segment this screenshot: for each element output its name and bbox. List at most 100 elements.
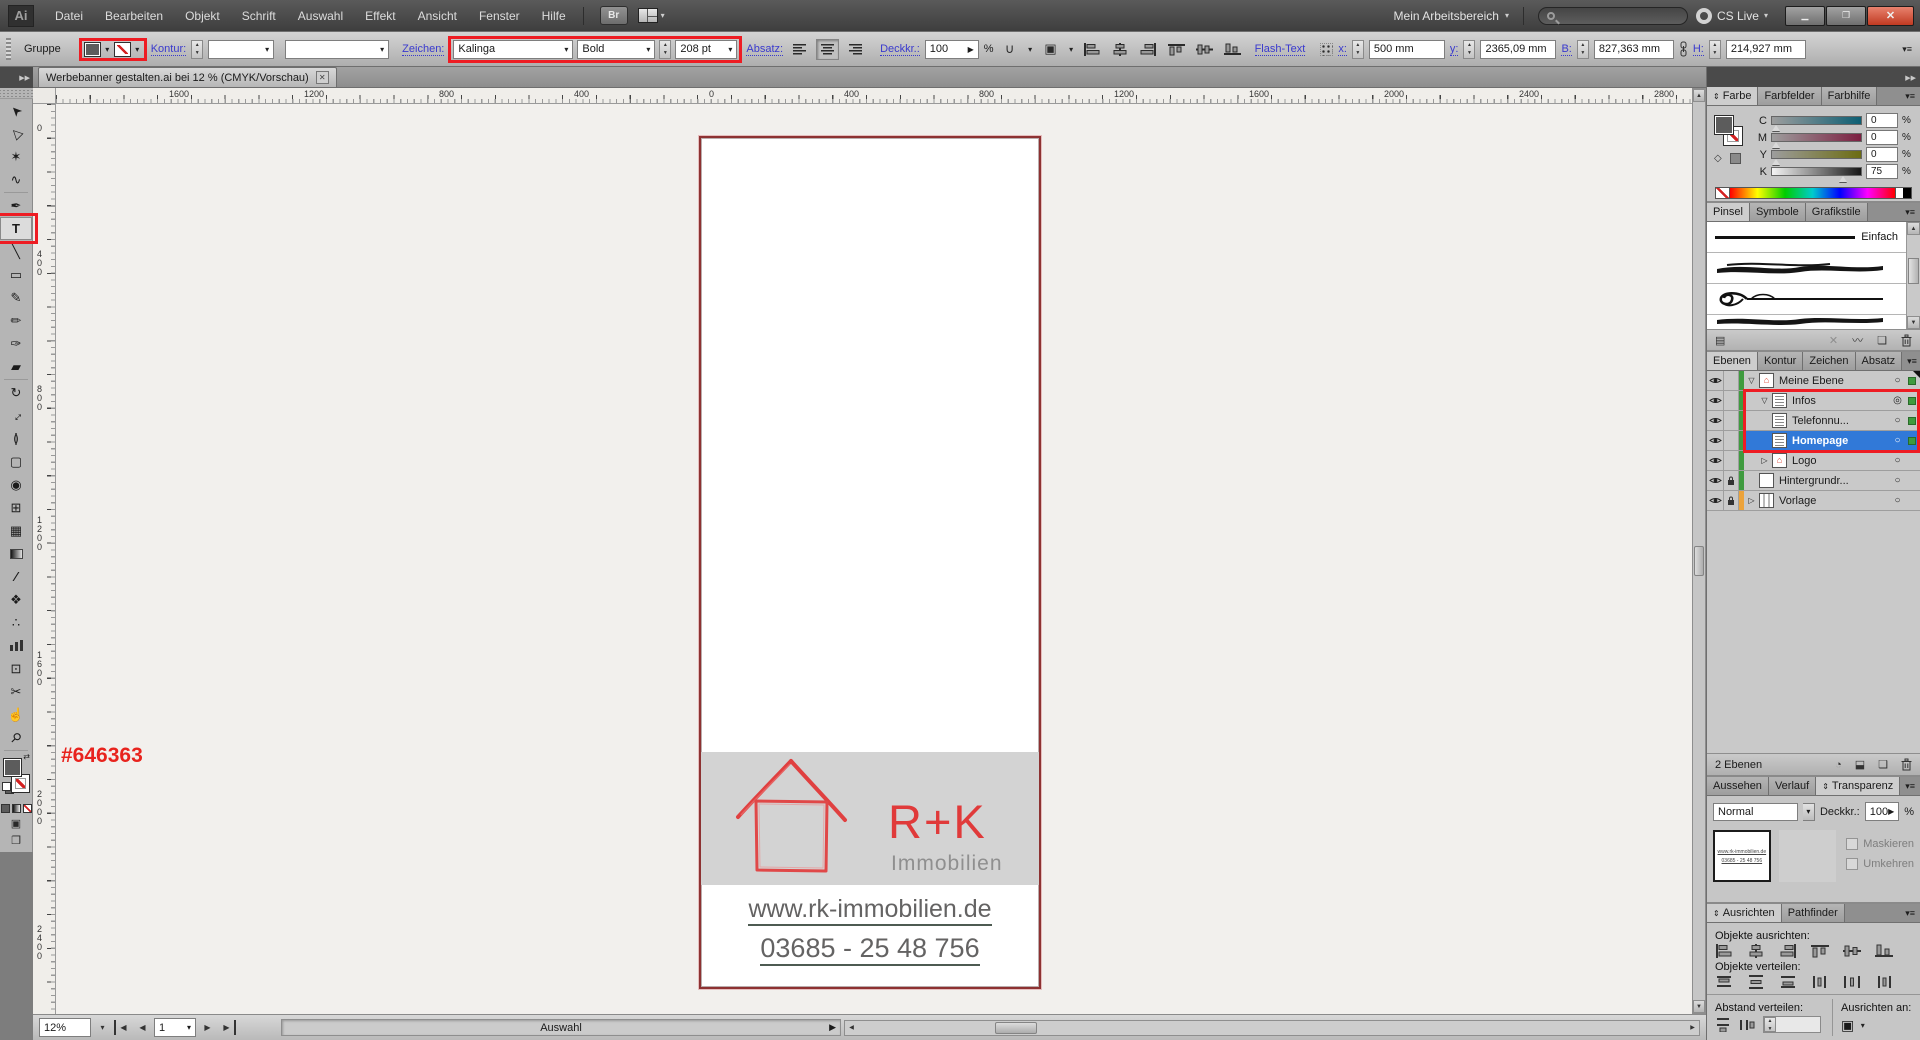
- panel-menu-icon[interactable]: ▾≡: [1900, 904, 1920, 922]
- spacing-stepper[interactable]: ▲▼: [1764, 1017, 1776, 1032]
- brush-item-basic[interactable]: Einfach: [1707, 222, 1906, 253]
- tab-grafikstile[interactable]: Grafikstile: [1806, 203, 1868, 221]
- tab-verlauf[interactable]: Verlauf: [1769, 777, 1816, 795]
- align-right-button[interactable]: [1779, 944, 1797, 958]
- status-menu-icon[interactable]: ▶: [829, 1022, 836, 1033]
- brush-options-icon[interactable]: 〰: [1852, 332, 1863, 348]
- artboard-number-field[interactable]: 1▾: [154, 1018, 196, 1037]
- slider-handle[interactable]: [1772, 125, 1780, 131]
- expand-triangle-icon[interactable]: ▷: [1746, 496, 1757, 505]
- scale-tool[interactable]: ↔: [0, 404, 32, 427]
- fill-color-swatch[interactable]: [84, 42, 101, 57]
- tab-zeichen[interactable]: Zeichen: [1803, 352, 1855, 370]
- horizontal-ruler[interactable]: 1600 1200 800 400 0 400 800 1200 1600 20…: [56, 88, 1692, 104]
- visibility-eye-icon[interactable]: [1707, 391, 1724, 410]
- font-size-stepper[interactable]: ▲▼: [659, 40, 671, 59]
- lock-icon[interactable]: [1724, 471, 1739, 490]
- x-field[interactable]: 500 mm: [1369, 40, 1445, 59]
- width-tool[interactable]: ≬: [0, 427, 32, 450]
- last-artboard-button[interactable]: ▶: [219, 1020, 236, 1035]
- scroll-up-icon[interactable]: ▲: [1693, 89, 1705, 102]
- next-artboard-button[interactable]: ▶: [199, 1020, 216, 1035]
- scroll-up-icon[interactable]: ▲: [1907, 222, 1920, 235]
- search-input[interactable]: [1538, 7, 1688, 25]
- artboard-tool[interactable]: ⊡: [0, 657, 32, 680]
- layer-row-vorlage[interactable]: ▷Vorlage○: [1707, 491, 1920, 511]
- font-style-dropdown[interactable]: Bold▾: [577, 40, 655, 59]
- first-artboard-button[interactable]: ◀: [114, 1020, 131, 1035]
- black-value[interactable]: 75: [1866, 164, 1898, 179]
- status-mode-field[interactable]: Auswahl▶: [281, 1019, 841, 1036]
- close-button[interactable]: ✕: [1867, 6, 1914, 26]
- visibility-eye-icon[interactable]: [1707, 371, 1724, 390]
- cyan-slider[interactable]: [1771, 116, 1862, 125]
- stroke-weight-dropdown[interactable]: ▾: [208, 40, 274, 59]
- align-left-button[interactable]: [1715, 944, 1733, 958]
- fill-swatch[interactable]: [1714, 115, 1734, 135]
- panel-menu-icon[interactable]: ▾≡: [1900, 777, 1920, 795]
- align-bottom-button[interactable]: [1221, 39, 1244, 60]
- rotate-tool[interactable]: ↻: [0, 381, 32, 404]
- vertical-spacing-button[interactable]: [1715, 1018, 1731, 1032]
- stroke-weight-label[interactable]: Kontur:: [151, 43, 186, 56]
- layer-row-infos[interactable]: ▽Infos◎: [1707, 391, 1920, 411]
- fill-swatch[interactable]: [3, 758, 22, 777]
- type-tool[interactable]: T: [0, 217, 32, 240]
- expand-triangle-icon[interactable]: ▽: [1746, 376, 1757, 385]
- maskieren-checkbox[interactable]: Maskieren: [1846, 838, 1914, 850]
- eraser-tool[interactable]: ▰: [0, 355, 32, 378]
- horizontal-scroll-thumb[interactable]: [995, 1022, 1037, 1034]
- y-label[interactable]: y:: [1450, 43, 1459, 56]
- slider-handle[interactable]: [1839, 176, 1847, 182]
- canvas[interactable]: #646363 R+K Immobilien www.rk-immobilien…: [56, 104, 1692, 1014]
- color-spectrum-bar[interactable]: [1715, 187, 1912, 199]
- font-family-dropdown[interactable]: Kalinga▾: [453, 40, 573, 59]
- cyan-value[interactable]: 0: [1866, 113, 1898, 128]
- opacity-field[interactable]: 100▶: [925, 40, 979, 59]
- layer-row-logo[interactable]: ▷⌂Logo○: [1707, 451, 1920, 471]
- align-center-button[interactable]: [1109, 39, 1132, 60]
- symbol-sprayer-tool[interactable]: ∴: [0, 611, 32, 634]
- lock-cell[interactable]: [1724, 451, 1739, 470]
- toolbar-collapse-button[interactable]: ▶▶: [0, 67, 33, 88]
- magic-wand-tool[interactable]: ✶: [0, 145, 32, 168]
- lock-cell[interactable]: [1724, 371, 1739, 390]
- align-right-button[interactable]: [1137, 39, 1160, 60]
- layer-thumbnail[interactable]: ⌂: [1772, 453, 1787, 468]
- width-stepper[interactable]: ▲▼: [1577, 40, 1589, 59]
- screen-mode-button[interactable]: ❐: [0, 832, 32, 849]
- dock-collapse-button[interactable]: ▶▶: [1707, 67, 1920, 87]
- vertical-scroll-thumb[interactable]: [1694, 546, 1704, 576]
- panel-menu-icon[interactable]: ▾≡: [1900, 87, 1920, 105]
- align-text-center-button[interactable]: [816, 39, 839, 60]
- gradient-button[interactable]: [12, 804, 21, 813]
- new-layer-icon[interactable]: ❏: [1878, 758, 1888, 771]
- menu-auswahl[interactable]: Auswahl: [287, 0, 354, 31]
- gradient-tool[interactable]: [0, 542, 32, 565]
- horizontal-spacing-button[interactable]: [1739, 1018, 1755, 1032]
- previous-artboard-button[interactable]: ◀: [134, 1020, 151, 1035]
- height-stepper[interactable]: ▲▼: [1709, 40, 1721, 59]
- artboard-banner[interactable]: R+K Immobilien www.rk-immobilien.de 0368…: [699, 136, 1041, 989]
- y-stepper[interactable]: ▲▼: [1463, 40, 1475, 59]
- slider-handle[interactable]: [1772, 159, 1780, 165]
- distribute-left-button[interactable]: [1811, 975, 1829, 989]
- perspective-grid-tool[interactable]: ⊞: [0, 496, 32, 519]
- ruler-origin-corner[interactable]: [33, 88, 56, 104]
- opacity-field[interactable]: 100▶: [1865, 802, 1900, 821]
- zoom-dropdown-icon[interactable]: ▾: [94, 1020, 111, 1035]
- brush-libraries-icon[interactable]: ▤: [1715, 334, 1725, 347]
- expand-triangle-icon[interactable]: ▽: [1759, 396, 1770, 405]
- scroll-down-icon[interactable]: ▼: [1907, 316, 1920, 329]
- out-of-gamut-icon[interactable]: ◇: [1714, 153, 1722, 164]
- opacity-label[interactable]: Deckkr.:: [880, 43, 920, 56]
- menu-bearbeiten[interactable]: Bearbeiten: [94, 0, 174, 31]
- zoom-tool[interactable]: ⚲: [0, 726, 32, 749]
- tab-ebenen[interactable]: Ebenen: [1707, 352, 1758, 370]
- x-stepper[interactable]: ▲▼: [1352, 40, 1364, 59]
- minimize-button[interactable]: ▁: [1785, 6, 1825, 26]
- layer-thumbnail[interactable]: [1772, 393, 1787, 408]
- document-tab[interactable]: Werbebanner gestalten.ai bei 12 % (CMYK/…: [38, 67, 337, 87]
- tab-kontur[interactable]: Kontur: [1758, 352, 1803, 370]
- target-circle-icon[interactable]: ○: [1891, 375, 1904, 386]
